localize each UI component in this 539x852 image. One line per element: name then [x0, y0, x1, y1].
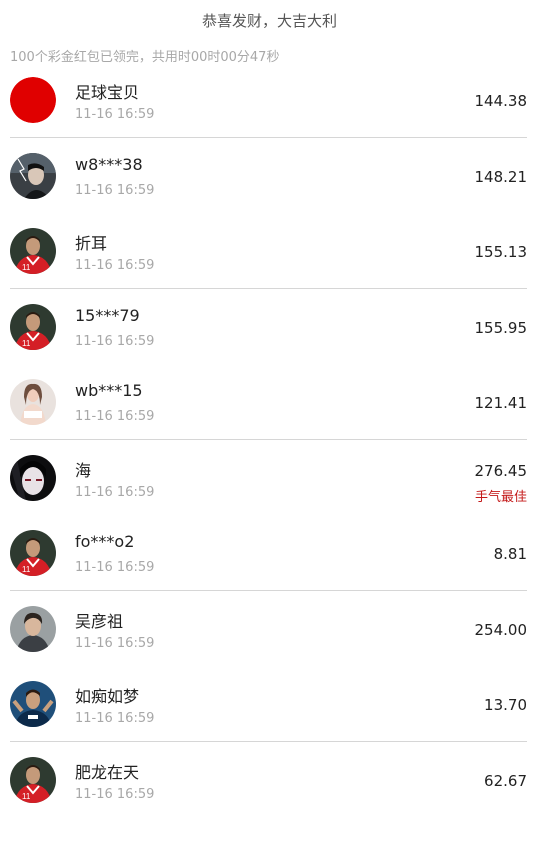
list-item[interactable]: wb***15 11-16 16:59 121.41 — [0, 364, 539, 440]
claim-amount: 155.13 — [474, 243, 528, 261]
avatar[interactable] — [10, 379, 56, 425]
svg-text:11: 11 — [22, 565, 31, 574]
soccer-player-avatar-icon: 11 — [10, 303, 56, 350]
svg-text:11: 11 — [22, 263, 31, 272]
recipient-list: 足球宝贝 11-16 16:59 144.38 w8***38 11-16 16… — [0, 62, 539, 817]
red-circle-avatar-icon — [10, 77, 56, 123]
claim-time: 11-16 16:59 — [75, 711, 155, 726]
avatar[interactable] — [10, 681, 56, 727]
claim-amount: 254.00 — [474, 620, 528, 639]
claim-amount: 62.67 — [484, 771, 527, 790]
avatar[interactable] — [10, 152, 56, 199]
recipient-name: fo***o2 — [75, 532, 135, 551]
svg-text:11: 11 — [22, 792, 31, 801]
claim-time: 11-16 16:59 — [75, 107, 155, 122]
avatar[interactable] — [10, 77, 56, 123]
recipient-name: 15***79 — [75, 305, 140, 325]
best-luck-badge: 手气最佳 — [474, 489, 527, 505]
svg-text:11: 11 — [22, 339, 31, 348]
claim-amount: 13.70 — [484, 696, 527, 714]
claim-time: 11-16 16:59 — [75, 635, 155, 651]
claim-time: 11-16 16:59 — [75, 409, 155, 424]
claim-amount: 155.95 — [474, 318, 528, 337]
recipient-name: 吴彦祖 — [75, 611, 124, 631]
man-portrait-avatar-icon — [10, 605, 56, 652]
avatar[interactable]: 11 — [10, 530, 56, 576]
list-item[interactable]: 11 15***79 11-16 16:59 155.95 — [0, 289, 539, 365]
avatar[interactable]: 11 — [10, 228, 56, 274]
blessing-text: 恭喜发财，大吉大利 — [201, 12, 337, 30]
soccer-player-avatar-icon: 11 — [10, 228, 56, 274]
claim-time: 11-16 16:59 — [75, 484, 155, 500]
claim-time: 11-16 16:59 — [75, 786, 155, 802]
avatar[interactable]: 11 — [10, 756, 56, 803]
recipient-name: 折耳 — [75, 234, 108, 253]
claim-amount: 148.21 — [474, 167, 528, 186]
claim-time: 11-16 16:59 — [75, 560, 155, 575]
recipient-name: w8***38 — [75, 154, 143, 174]
list-item[interactable]: 11 fo***o2 11-16 16:59 8.81 — [0, 515, 539, 591]
list-item[interactable]: 11 折耳 11-16 16:59 155.13 — [0, 213, 539, 289]
claim-time: 11-16 16:59 — [75, 258, 155, 273]
avatar[interactable]: 11 — [10, 303, 56, 350]
claim-time: 11-16 16:59 — [75, 182, 155, 198]
recipient-name: wb***15 — [75, 381, 143, 400]
recipient-name: 肥龙在天 — [75, 762, 140, 782]
list-item[interactable]: 海 11-16 16:59 276.45 手气最佳 — [0, 440, 539, 516]
avatar[interactable] — [10, 454, 56, 501]
claim-time: 11-16 16:59 — [75, 333, 155, 349]
avatar[interactable] — [10, 605, 56, 652]
recipient-name: 如痴如梦 — [75, 687, 140, 706]
claim-amount: 121.41 — [474, 394, 528, 412]
dark-portrait-avatar-icon — [10, 152, 56, 199]
soccer-player-avatar-icon: 11 — [10, 530, 56, 576]
dark-face-avatar-icon — [10, 454, 56, 501]
list-item[interactable]: 足球宝贝 11-16 16:59 144.38 — [0, 62, 539, 138]
claim-amount: 8.81 — [493, 545, 527, 563]
list-item[interactable]: 11 肥龙在天 11-16 16:59 62.67 — [0, 742, 539, 818]
blue-jersey-player-avatar-icon — [10, 681, 56, 727]
list-item[interactable]: 如痴如梦 11-16 16:59 13.70 — [0, 666, 539, 742]
recipient-name: 海 — [75, 460, 92, 480]
claim-amount: 276.45 — [474, 461, 528, 480]
claim-amount: 144.38 — [474, 92, 528, 110]
woman-portrait-avatar-icon — [10, 379, 56, 425]
list-item[interactable]: 吴彦祖 11-16 16:59 254.00 — [0, 591, 539, 667]
soccer-player-avatar-icon: 11 — [10, 756, 56, 803]
red-packet-record-page: 恭喜发财，大吉大利 100个彩金红包已领完，共用时00时00分47秒 足球宝贝 … — [0, 0, 539, 852]
recipient-name: 足球宝贝 — [75, 83, 140, 102]
list-item[interactable]: w8***38 11-16 16:59 148.21 — [0, 138, 539, 214]
